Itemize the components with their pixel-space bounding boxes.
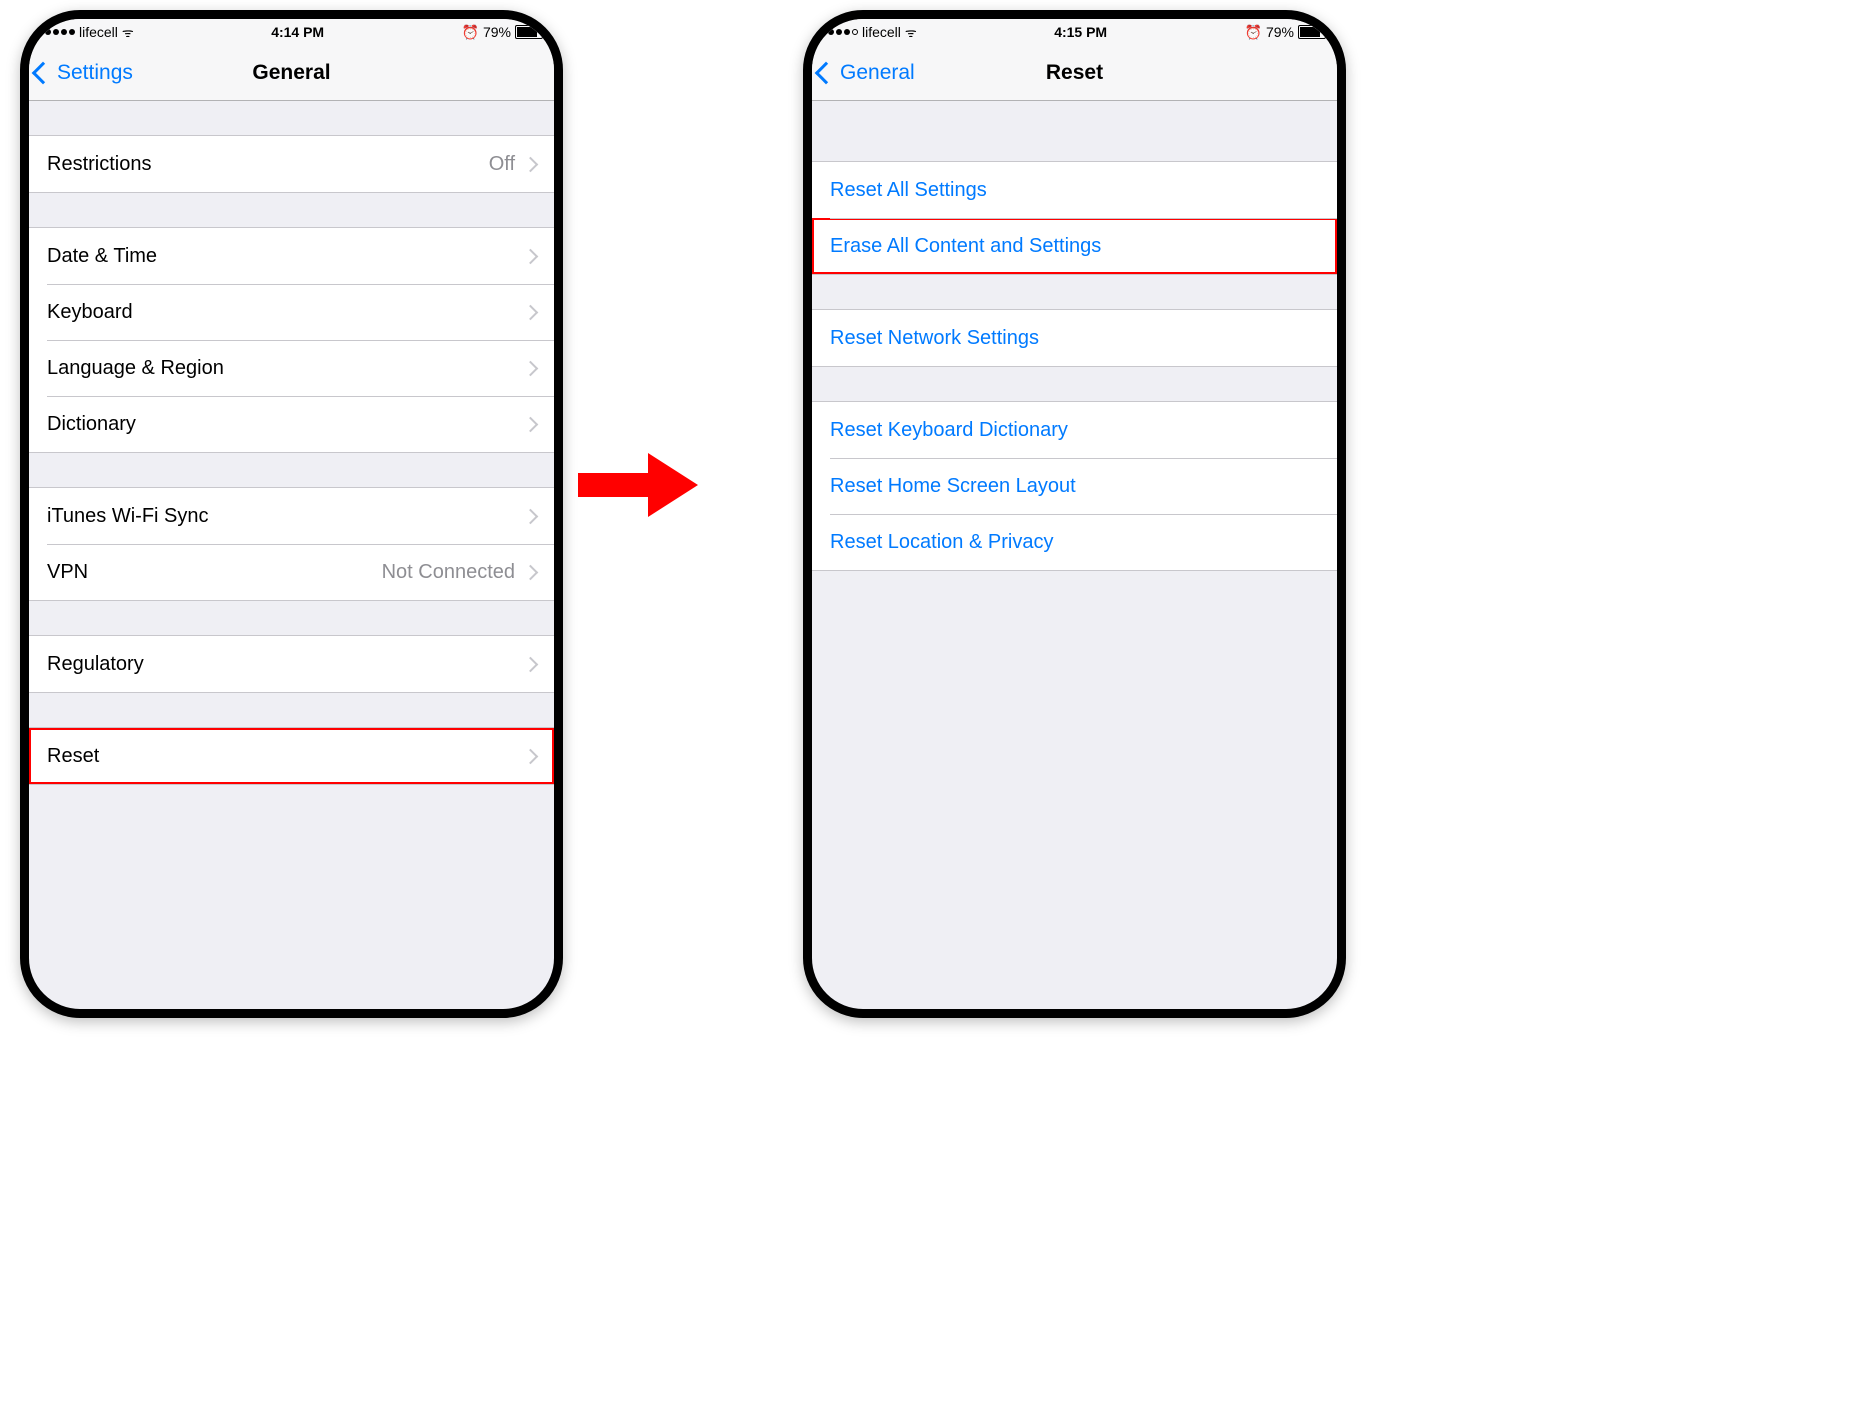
row-language-region[interactable]: Language & Region bbox=[29, 340, 554, 396]
row-erase-all-content[interactable]: Erase All Content and Settings bbox=[812, 218, 1337, 274]
nav-bar: Settings General bbox=[29, 45, 554, 101]
page-title: Reset bbox=[1046, 61, 1103, 85]
phone-general: lifecell ᯤ 4:14 PM ⏰ 79% Settings Genera… bbox=[20, 10, 563, 1018]
row-reset-all-settings[interactable]: Reset All Settings bbox=[812, 162, 1337, 218]
row-itunes-wifi-sync[interactable]: iTunes Wi-Fi Sync bbox=[29, 488, 554, 544]
back-label: General bbox=[840, 61, 915, 85]
chevron-right-icon bbox=[523, 248, 539, 264]
battery-icon bbox=[515, 25, 546, 39]
battery-icon bbox=[1298, 25, 1329, 39]
alarm-icon: ⏰ bbox=[462, 24, 479, 41]
row-reset-home-layout[interactable]: Reset Home Screen Layout bbox=[812, 458, 1337, 514]
carrier-label: lifecell bbox=[79, 24, 118, 40]
alarm-icon: ⏰ bbox=[1245, 24, 1262, 41]
settings-list: Restrictions Off Date & Time Keyboard La… bbox=[29, 135, 554, 785]
row-restrictions[interactable]: Restrictions Off bbox=[29, 136, 554, 192]
chevron-right-icon bbox=[523, 360, 539, 376]
back-label: Settings bbox=[57, 61, 133, 85]
signal-icon bbox=[820, 29, 858, 35]
wifi-icon: ᯤ bbox=[905, 23, 917, 41]
battery-label: 79% bbox=[1266, 24, 1294, 40]
clock-label: 4:15 PM bbox=[1054, 24, 1107, 40]
reset-list: Reset All Settings Erase All Content and… bbox=[812, 161, 1337, 571]
battery-label: 79% bbox=[483, 24, 511, 40]
chevron-right-icon bbox=[523, 656, 539, 672]
row-vpn[interactable]: VPN Not Connected bbox=[29, 544, 554, 600]
clock-label: 4:14 PM bbox=[271, 24, 324, 40]
status-bar: lifecell ᯤ 4:15 PM ⏰ 79% bbox=[812, 19, 1337, 45]
row-keyboard[interactable]: Keyboard bbox=[29, 284, 554, 340]
carrier-label: lifecell bbox=[862, 24, 901, 40]
chevron-right-icon bbox=[523, 304, 539, 320]
value-label: Off bbox=[489, 153, 515, 176]
row-reset[interactable]: Reset bbox=[29, 728, 554, 784]
row-regulatory[interactable]: Regulatory bbox=[29, 636, 554, 692]
wifi-icon: ᯤ bbox=[122, 23, 134, 41]
chevron-left-icon bbox=[32, 61, 55, 84]
back-button[interactable]: General bbox=[818, 45, 915, 100]
phone-reset: lifecell ᯤ 4:15 PM ⏰ 79% General Reset bbox=[803, 10, 1346, 1018]
status-bar: lifecell ᯤ 4:14 PM ⏰ 79% bbox=[29, 19, 554, 45]
row-date-time[interactable]: Date & Time bbox=[29, 228, 554, 284]
chevron-left-icon bbox=[815, 61, 838, 84]
chevron-right-icon bbox=[523, 416, 539, 432]
signal-icon bbox=[37, 29, 75, 35]
chevron-right-icon bbox=[523, 508, 539, 524]
row-reset-keyboard-dict[interactable]: Reset Keyboard Dictionary bbox=[812, 402, 1337, 458]
row-dictionary[interactable]: Dictionary bbox=[29, 396, 554, 452]
chevron-right-icon bbox=[523, 564, 539, 580]
chevron-right-icon bbox=[523, 156, 539, 172]
step-arrow-icon bbox=[578, 445, 698, 525]
value-label: Not Connected bbox=[382, 561, 515, 584]
row-reset-location-privacy[interactable]: Reset Location & Privacy bbox=[812, 514, 1337, 570]
back-button[interactable]: Settings bbox=[35, 45, 133, 100]
nav-bar: General Reset bbox=[812, 45, 1337, 101]
chevron-right-icon bbox=[523, 748, 539, 764]
row-reset-network[interactable]: Reset Network Settings bbox=[812, 310, 1337, 366]
page-title: General bbox=[252, 61, 330, 85]
